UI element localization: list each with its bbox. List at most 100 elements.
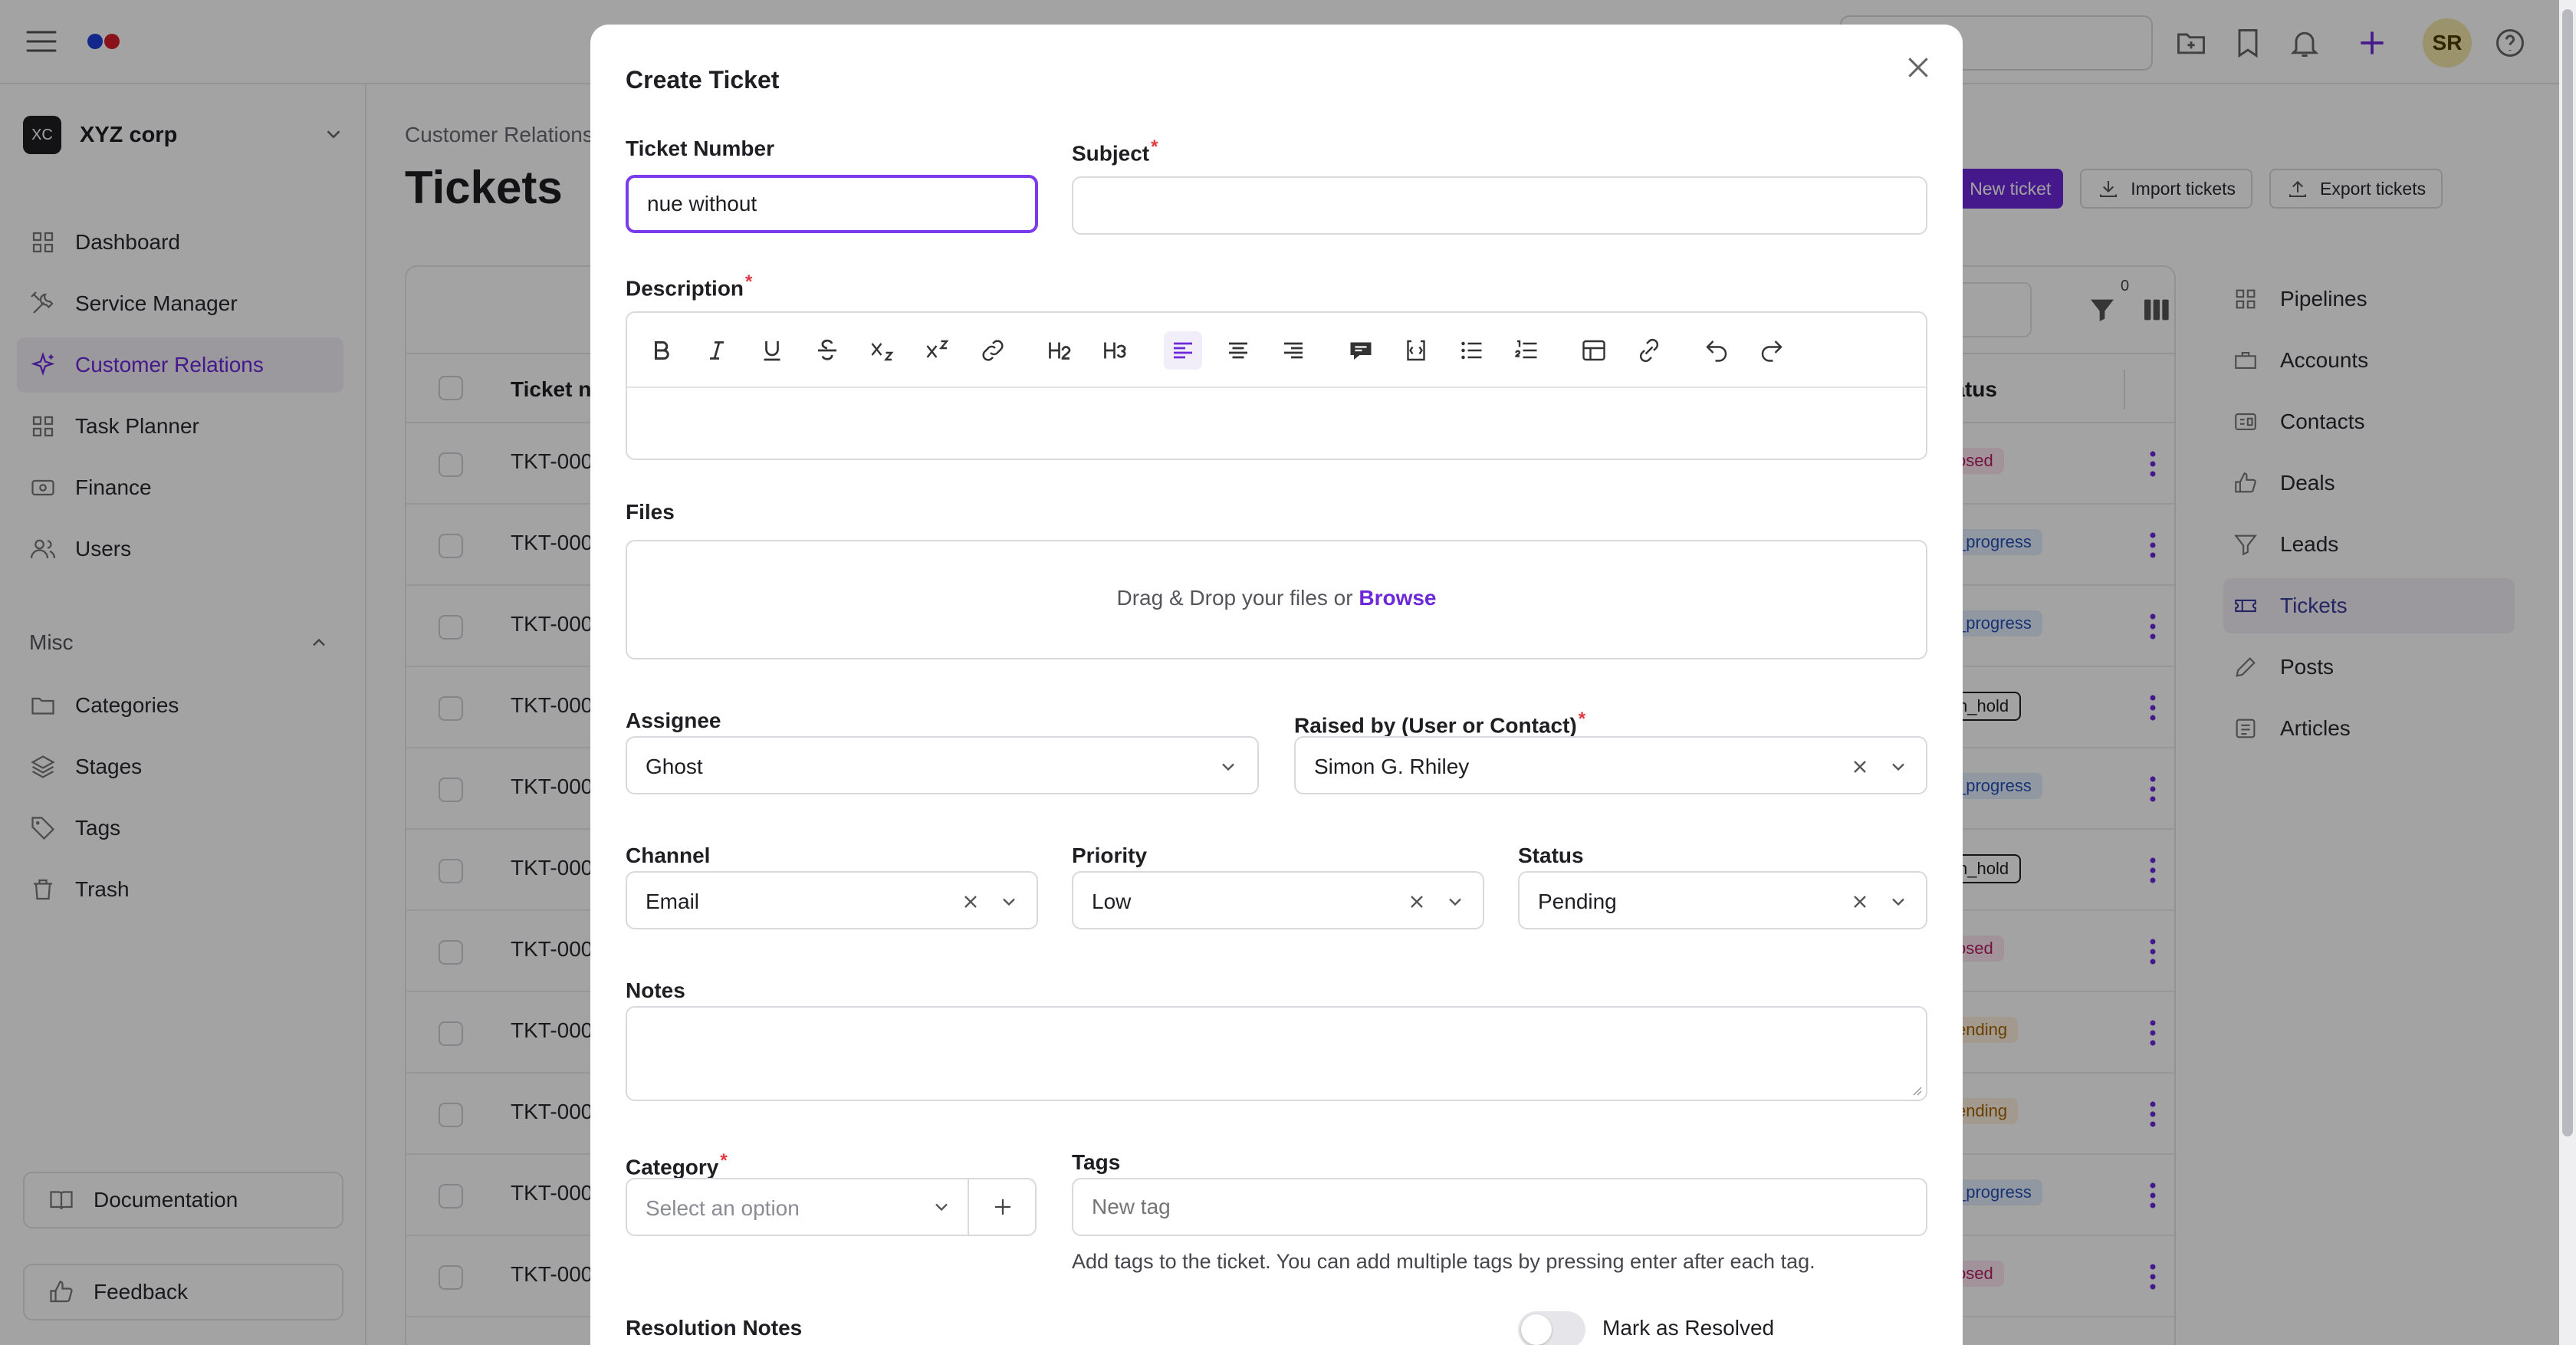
align-right-button[interactable] bbox=[1274, 331, 1313, 370]
raised-by-label: Raised by (User or Contact)* bbox=[1294, 709, 1586, 738]
subscript-button[interactable] bbox=[863, 331, 902, 370]
superscript-button[interactable] bbox=[918, 331, 957, 370]
description-editor bbox=[626, 311, 1927, 460]
chevron-down-icon bbox=[1892, 763, 1904, 771]
resolution-notes-label: Resolution Notes bbox=[626, 1316, 803, 1340]
chevron-down-icon bbox=[935, 1203, 948, 1212]
ticket-number-field[interactable] bbox=[626, 175, 1038, 233]
heading-2-button[interactable] bbox=[1041, 331, 1079, 370]
priority-label: Priority bbox=[1072, 844, 1148, 867]
category-placeholder: Select an option bbox=[646, 1196, 800, 1220]
comment-button[interactable] bbox=[1342, 331, 1380, 370]
channel-label: Channel bbox=[626, 844, 711, 867]
chain-link-icon bbox=[1640, 339, 1658, 362]
tags-help-text: Add tags to the ticket. You can add mult… bbox=[1072, 1250, 1815, 1273]
mark-resolved-toggle[interactable] bbox=[1518, 1311, 1585, 1345]
page-scrollbar[interactable] bbox=[2559, 0, 2576, 1345]
scrollbar-thumb[interactable] bbox=[2562, 9, 2573, 1136]
heading-3-icon bbox=[1104, 342, 1126, 359]
align-left-button[interactable] bbox=[1164, 331, 1202, 370]
browse-link[interactable]: Browse bbox=[1359, 586, 1436, 610]
chevron-down-icon bbox=[1892, 898, 1904, 906]
table-icon bbox=[1582, 340, 1605, 361]
link-icon bbox=[982, 340, 1004, 361]
notes-textarea[interactable] bbox=[626, 1006, 1927, 1101]
status-label: Status bbox=[1518, 844, 1584, 867]
channel-value: Email bbox=[646, 890, 700, 913]
priority-value: Low bbox=[1092, 890, 1132, 913]
assignee-label: Assignee bbox=[626, 709, 721, 732]
toggle-knob bbox=[1521, 1314, 1552, 1345]
raised-by-value: Simon G. Rhiley bbox=[1314, 755, 1470, 778]
code-block-icon bbox=[1407, 340, 1425, 361]
link-button[interactable] bbox=[974, 331, 1012, 370]
redo-button[interactable] bbox=[1753, 331, 1791, 370]
undo-icon bbox=[1706, 340, 1727, 362]
required-mark: * bbox=[720, 1150, 728, 1171]
superscript-icon bbox=[926, 340, 949, 358]
resize-handle-icon[interactable] bbox=[1909, 1083, 1923, 1097]
clear-icon[interactable] bbox=[1849, 891, 1871, 913]
align-right-icon bbox=[1284, 342, 1303, 359]
undo-button[interactable] bbox=[1697, 331, 1736, 370]
heading-2-icon bbox=[1049, 342, 1071, 360]
clear-icon[interactable] bbox=[1849, 756, 1871, 778]
subject-input[interactable] bbox=[1073, 178, 1926, 233]
ordered-list-button[interactable] bbox=[1507, 331, 1546, 370]
editor-toolbar bbox=[627, 313, 1926, 388]
mark-resolved-label[interactable]: Mark as Resolved bbox=[1602, 1316, 1774, 1340]
assignee-value: Ghost bbox=[646, 755, 703, 778]
files-label: Files bbox=[626, 500, 675, 524]
strikethrough-icon bbox=[818, 339, 836, 360]
required-mark: * bbox=[745, 271, 753, 292]
underline-button[interactable] bbox=[753, 331, 791, 370]
align-center-button[interactable] bbox=[1219, 331, 1257, 370]
status-value: Pending bbox=[1538, 890, 1617, 913]
attach-link-button[interactable] bbox=[1630, 331, 1668, 370]
bold-button[interactable] bbox=[642, 331, 681, 370]
ticket-number-label: Ticket Number bbox=[626, 136, 774, 160]
chevron-down-icon bbox=[1003, 898, 1015, 906]
add-category-button[interactable] bbox=[968, 1179, 1037, 1235]
tags-label: Tags bbox=[1072, 1150, 1121, 1174]
category-select[interactable]: Select an option bbox=[626, 1178, 1037, 1236]
comment-icon bbox=[1350, 342, 1372, 360]
notes-label: Notes bbox=[626, 978, 685, 1002]
tags-input[interactable] bbox=[1073, 1179, 1926, 1235]
category-label: Category* bbox=[626, 1150, 728, 1179]
bullet-list-button[interactable] bbox=[1452, 331, 1490, 370]
align-left-icon bbox=[1174, 342, 1192, 359]
ticket-number-input[interactable] bbox=[629, 178, 1035, 230]
align-center-icon bbox=[1229, 342, 1247, 359]
tags-field[interactable] bbox=[1072, 1178, 1927, 1236]
italic-button[interactable] bbox=[698, 331, 736, 370]
raised-by-select[interactable]: Simon G. Rhiley bbox=[1294, 736, 1927, 794]
underline-icon bbox=[764, 341, 780, 361]
chevron-down-icon bbox=[1449, 898, 1461, 906]
required-mark: * bbox=[1151, 136, 1158, 157]
clear-icon[interactable] bbox=[960, 891, 981, 913]
subscript-icon bbox=[871, 343, 894, 361]
strikethrough-button[interactable] bbox=[808, 331, 846, 370]
chevron-down-icon bbox=[1222, 763, 1234, 771]
table-button[interactable] bbox=[1575, 331, 1613, 370]
clear-icon[interactable] bbox=[1406, 891, 1428, 913]
assignee-select[interactable]: Ghost bbox=[626, 736, 1259, 794]
redo-icon bbox=[1761, 340, 1783, 362]
subject-label: Subject* bbox=[1072, 136, 1158, 166]
close-icon[interactable] bbox=[1903, 52, 1934, 83]
description-content-area[interactable] bbox=[627, 388, 1926, 460]
priority-select[interactable]: Low bbox=[1072, 871, 1484, 929]
required-mark: * bbox=[1578, 709, 1586, 729]
heading-3-button[interactable] bbox=[1096, 331, 1135, 370]
bullet-list-icon bbox=[1461, 341, 1482, 360]
dropzone-text: Drag & Drop your files or bbox=[1116, 586, 1359, 610]
subject-field[interactable] bbox=[1072, 176, 1927, 235]
code-block-button[interactable] bbox=[1397, 331, 1435, 370]
description-label: Description* bbox=[626, 271, 753, 301]
ordered-list-icon bbox=[1515, 340, 1537, 359]
plus-icon bbox=[995, 1199, 1010, 1215]
file-dropzone[interactable]: Drag & Drop your files or Browse bbox=[626, 540, 1927, 659]
channel-select[interactable]: Email bbox=[626, 871, 1038, 929]
status-select[interactable]: Pending bbox=[1518, 871, 1927, 929]
